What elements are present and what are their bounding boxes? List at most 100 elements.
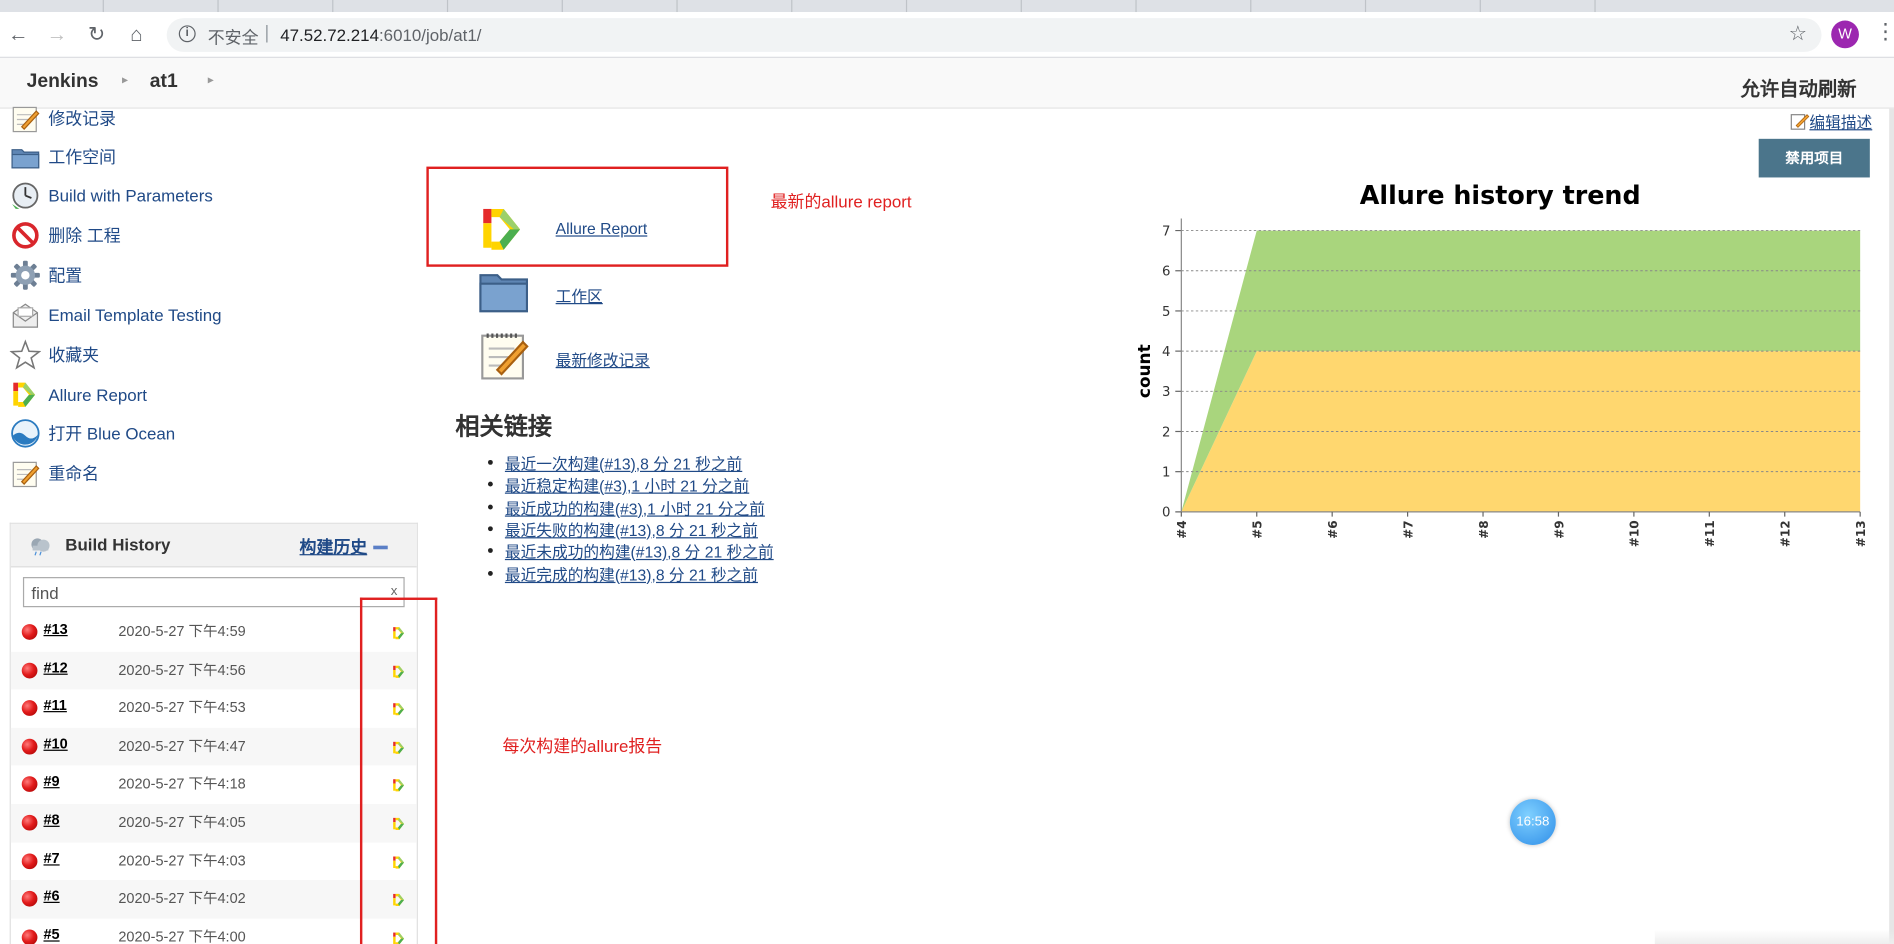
page-scrollbar[interactable] — [1889, 108, 1894, 944]
task-favorite[interactable]: 收藏夹 — [9, 338, 100, 372]
related-link-item[interactable]: 最近完成的构建(#13),8 分 21 秒之前 — [487, 563, 758, 585]
allure-history-trend-chart: Allure history trend count 0 1 2 3 4 5 6 7 #4 #5 #6 #… — [1134, 180, 1868, 547]
browser-tab[interactable] — [230, 0, 334, 13]
failed-status-icon — [21, 891, 38, 907]
breadcrumb-arrow-icon[interactable]: ▸ — [122, 74, 128, 87]
task-label: 重命名 — [48, 463, 100, 483]
y-tick-label: 5 — [1162, 305, 1170, 320]
browser-tab[interactable] — [115, 0, 219, 13]
build-date[interactable]: 2020-5-27 下午4:00 — [118, 926, 245, 944]
notepad-icon[interactable] — [476, 327, 532, 389]
browser-tab[interactable] — [918, 0, 1022, 13]
browser-tab[interactable] — [459, 0, 563, 13]
task-label: 收藏夹 — [48, 345, 100, 365]
failed-status-icon — [21, 662, 38, 678]
edit-description-link[interactable]: 编辑描述 — [1790, 110, 1872, 133]
browser-menu-icon[interactable]: ⋮ — [1875, 19, 1894, 44]
no-entry-icon — [10, 220, 41, 251]
home-icon[interactable]: ⌂ — [123, 22, 150, 49]
breadcrumb-at1[interactable]: at1 — [150, 71, 178, 93]
build-date[interactable]: 2020-5-27 下午4:56 — [118, 659, 245, 680]
build-number-link[interactable]: #13 — [43, 621, 67, 638]
forward-icon[interactable]: → — [43, 22, 70, 49]
build-date[interactable]: 2020-5-27 下午4:59 — [118, 621, 245, 642]
browser-tab[interactable] — [1262, 0, 1367, 13]
build-number-link[interactable]: #6 — [43, 888, 59, 905]
y-tick-label: 3 — [1162, 385, 1170, 400]
clock-icon — [10, 180, 41, 211]
x-tick-label: #11 — [1703, 520, 1717, 547]
address-bar[interactable]: i 不安全 | 47.52.72.214:6010/job/at1/ ☆ — [166, 18, 1822, 52]
task-allure-report[interactable]: Allure Report — [10, 378, 147, 412]
build-number-link[interactable]: #8 — [43, 811, 59, 828]
browser-tab[interactable] — [344, 0, 449, 13]
task-rename[interactable]: 重命名 — [10, 456, 99, 490]
build-number-link[interactable]: #9 — [43, 773, 59, 790]
browser-tab[interactable] — [1148, 0, 1252, 13]
build-trend-link[interactable]: 构建历史 — [300, 535, 368, 559]
task-email-template-testing[interactable]: Email Template Testing — [10, 298, 222, 332]
failed-status-icon — [21, 929, 38, 944]
related-link-item[interactable]: 最近失败的构建(#13),8 分 21 秒之前 — [487, 518, 758, 540]
task-delete-project[interactable]: 删除 工程 — [10, 219, 121, 253]
annotation-box-per-build — [359, 597, 438, 944]
back-icon[interactable]: ← — [5, 22, 32, 49]
workspace-link[interactable]: 工作区 — [556, 284, 603, 307]
browser-tab[interactable] — [803, 0, 908, 13]
auto-refresh-link[interactable]: 允许自动刷新 — [1741, 72, 1857, 101]
build-number-link[interactable]: #10 — [43, 735, 67, 752]
build-date[interactable]: 2020-5-27 下午4:53 — [118, 697, 245, 718]
edit-icon — [1790, 114, 1810, 130]
build-number-link[interactable]: #7 — [43, 849, 59, 866]
build-number-link[interactable]: #5 — [43, 926, 59, 943]
build-history-widget: Build History 构建历史 x #13 2020-5-27 下午4:59… — [9, 522, 418, 944]
recent-changes-link[interactable]: 最新修改记录 — [556, 348, 650, 371]
build-history-header: Build History 构建历史 — [10, 523, 417, 568]
browser-tab-strip[interactable] — [0, 0, 1894, 13]
info-icon[interactable]: i — [178, 25, 196, 43]
build-search-box: x — [22, 577, 405, 608]
related-link-item[interactable]: 最近成功的构建(#3),1 小时 21 分之前 — [487, 496, 765, 518]
task-build-with-parameters[interactable]: Build with Parameters — [10, 179, 213, 213]
related-link-item[interactable]: 最近稳定构建(#3),1 小时 21 分之前 — [487, 473, 749, 495]
related-link-item[interactable]: 最近一次构建(#13),8 分 21 秒之前 — [487, 451, 742, 473]
task-changes[interactable]: 修改记录 — [10, 101, 116, 135]
browser-tab[interactable] — [1033, 0, 1137, 13]
build-search-input[interactable] — [24, 578, 375, 607]
notepad-icon — [10, 458, 41, 489]
bookmark-star-icon[interactable]: ☆ — [1789, 22, 1807, 46]
browser-tab[interactable] — [689, 0, 793, 13]
browser-tab[interactable] — [574, 0, 678, 13]
browser-tab[interactable] — [1492, 0, 1596, 13]
address-separator: | — [264, 22, 270, 44]
allure-report-link[interactable]: Allure Report — [556, 220, 648, 238]
allure-icon[interactable] — [476, 203, 532, 262]
build-date[interactable]: 2020-5-27 下午4:03 — [118, 849, 245, 870]
allure-icon — [10, 379, 41, 410]
breadcrumb-jenkins[interactable]: Jenkins — [27, 71, 99, 93]
x-tick-label: #6 — [1326, 520, 1340, 539]
reload-icon[interactable]: ↻ — [83, 22, 110, 49]
folder-icon[interactable] — [476, 267, 532, 324]
annotation-latest-report: 最新的allure report — [770, 191, 912, 212]
related-link-item[interactable]: 最近未成功的构建(#13),8 分 21 秒之前 — [487, 540, 774, 562]
build-date[interactable]: 2020-5-27 下午4:02 — [118, 888, 245, 909]
browser-toolbar: ← → ↻ ⌂ i 不安全 | 47.52.72.214:6010/job/at… — [0, 12, 1894, 58]
y-tick-label: 0 — [1162, 506, 1170, 521]
build-date[interactable]: 2020-5-27 下午4:05 — [118, 811, 245, 832]
clock-widget[interactable]: 16:58 — [1509, 799, 1556, 846]
disable-project-button[interactable]: 禁用项目 — [1758, 138, 1870, 178]
browser-tab[interactable] — [1377, 0, 1481, 13]
task-workspace[interactable]: 工作空间 — [10, 140, 116, 174]
task-open-blue-ocean[interactable]: 打开 Blue Ocean — [10, 416, 176, 450]
profile-avatar[interactable]: W — [1831, 20, 1859, 49]
trend-bar-icon[interactable] — [373, 545, 388, 550]
browser-tab[interactable] — [0, 0, 104, 13]
build-number-link[interactable]: #11 — [43, 697, 66, 714]
breadcrumb-arrow-icon[interactable]: ▸ — [208, 74, 214, 87]
build-date[interactable]: 2020-5-27 下午4:18 — [118, 773, 245, 794]
build-number-link[interactable]: #12 — [43, 659, 67, 676]
address-url[interactable]: 47.52.72.214:6010/job/at1/ — [280, 25, 481, 44]
build-date[interactable]: 2020-5-27 下午4:47 — [118, 735, 245, 756]
task-configure[interactable]: 配置 — [10, 258, 82, 292]
